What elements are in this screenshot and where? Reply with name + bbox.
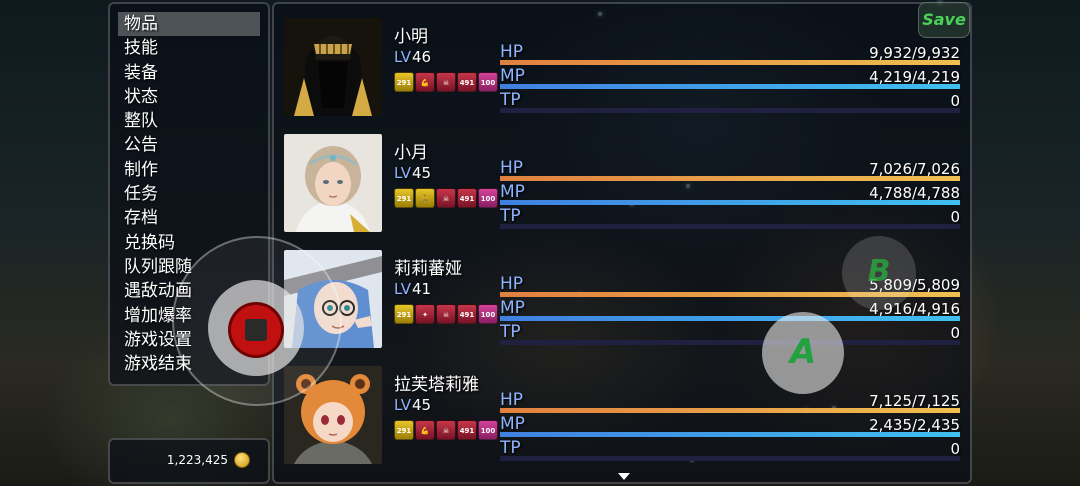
menu-item-save[interactable]: 存档 (118, 206, 260, 230)
a-button[interactable]: A (762, 312, 844, 394)
tp-gauge: TP 0 (500, 90, 960, 114)
menu-item-equip[interactable]: 装备 (118, 61, 260, 85)
joystick-center-icon (228, 302, 284, 358)
menu-item-formation[interactable]: 整队 (118, 109, 260, 133)
actor-name: 莉莉蕃娅 (394, 259, 462, 279)
level-value: 45 (411, 396, 432, 414)
muscle-icon: 💪 (415, 420, 435, 440)
hp-gauge: HP 9,932/9,932 (500, 42, 960, 66)
skull-icon: ☠ (436, 72, 456, 92)
state-291-icon: 291 (394, 420, 414, 440)
level-value: 45 (411, 164, 432, 182)
actor-level: LV45 (394, 164, 431, 182)
state-291-icon: 291 (394, 72, 414, 92)
gold-window: 1,223,425 (108, 438, 270, 484)
gold-amount: 1,223,425 (166, 453, 228, 467)
actor-name: 拉芙塔莉雅 (394, 375, 479, 395)
level-value: 46 (411, 48, 432, 66)
state-icons: 291 ✦ ☠ 491 100 (394, 304, 498, 324)
scroll-down-arrow-icon[interactable] (618, 473, 630, 480)
tp-label: TP (500, 90, 521, 110)
state-491-icon: 491 (457, 420, 477, 440)
mp-gauge: MP 2,435/2,435 (500, 414, 960, 438)
tp-label: TP (500, 206, 521, 226)
lv-label: LV (394, 48, 411, 66)
state-icons: 291 🏃 ☠ 491 100 (394, 188, 498, 208)
muscle-icon: 💪 (415, 72, 435, 92)
state-100-icon: 100 (478, 304, 498, 324)
portrait-circlet-girl (284, 134, 382, 232)
lv-label: LV (394, 164, 411, 182)
portrait-hooded-figure (284, 18, 382, 116)
party-member-row[interactable]: 小月 LV45 291 🏃 ☠ 491 100 HP 7,026/7,026 M… (284, 128, 964, 240)
skull-icon: ☠ (436, 304, 456, 324)
mp-label: MP (500, 66, 525, 86)
save-button[interactable]: Save (918, 2, 970, 38)
gold-display: 1,223,425 (167, 452, 250, 468)
hp-gauge: HP 7,026/7,026 (500, 158, 960, 182)
hp-label: HP (500, 274, 524, 294)
hp-label: HP (500, 390, 524, 410)
actor-name: 小明 (394, 27, 428, 47)
lv-label: LV (394, 280, 411, 298)
mp-label: MP (500, 298, 525, 318)
tp-gauge: TP 0 (500, 322, 960, 346)
state-491-icon: 491 (457, 188, 477, 208)
actor-level: LV46 (394, 48, 431, 66)
state-291-icon: 291 (394, 188, 414, 208)
menu-item-notice[interactable]: 公告 (118, 133, 260, 157)
actor-level: LV41 (394, 280, 431, 298)
skull-icon: ☠ (436, 420, 456, 440)
tp-label: TP (500, 322, 521, 342)
state-icons: 291 💪 ☠ 491 100 (394, 72, 498, 92)
level-value: 41 (411, 280, 432, 298)
skull-icon: ☠ (436, 188, 456, 208)
menu-item-quests[interactable]: 任务 (118, 182, 260, 206)
hp-label: HP (500, 42, 524, 62)
tp-gauge: TP 0 (500, 206, 960, 230)
runner-icon: 🏃 (415, 188, 435, 208)
tp-label: TP (500, 438, 521, 458)
tp-gauge: TP 0 (500, 438, 960, 462)
party-member-row[interactable]: 小明 LV46 291 💪 ☠ 491 100 HP 9,932/9,932 M… (284, 12, 964, 124)
state-491-icon: 491 (457, 72, 477, 92)
mp-label: MP (500, 414, 525, 434)
state-491-icon: 491 (457, 304, 477, 324)
state-100-icon: 100 (478, 72, 498, 92)
mp-label: MP (500, 182, 525, 202)
menu-item-status[interactable]: 状态 (118, 85, 260, 109)
state-100-icon: 100 (478, 420, 498, 440)
party-member-row[interactable]: 拉芙塔莉雅 LV45 291 💪 ☠ 491 100 HP 7,125/7,12… (284, 360, 964, 472)
actor-name: 小月 (394, 143, 428, 163)
hp-label: HP (500, 158, 524, 178)
b-button[interactable]: B (842, 236, 916, 310)
hp-gauge: HP 7,125/7,125 (500, 390, 960, 414)
state-291-icon: 291 (394, 304, 414, 324)
menu-item-items[interactable]: 物品 (118, 12, 260, 37)
menu-item-skills[interactable]: 技能 (118, 36, 260, 60)
mp-gauge: MP 4,788/4,788 (500, 182, 960, 206)
lv-label: LV (394, 396, 411, 414)
coin-icon (234, 452, 250, 468)
actor-level: LV45 (394, 396, 431, 414)
state-100-icon: 100 (478, 188, 498, 208)
menu-item-crafting[interactable]: 制作 (118, 158, 260, 182)
mp-gauge: MP 4,219/4,219 (500, 66, 960, 90)
state-icons: 291 💪 ☠ 491 100 (394, 420, 498, 440)
wings-icon: ✦ (415, 304, 435, 324)
